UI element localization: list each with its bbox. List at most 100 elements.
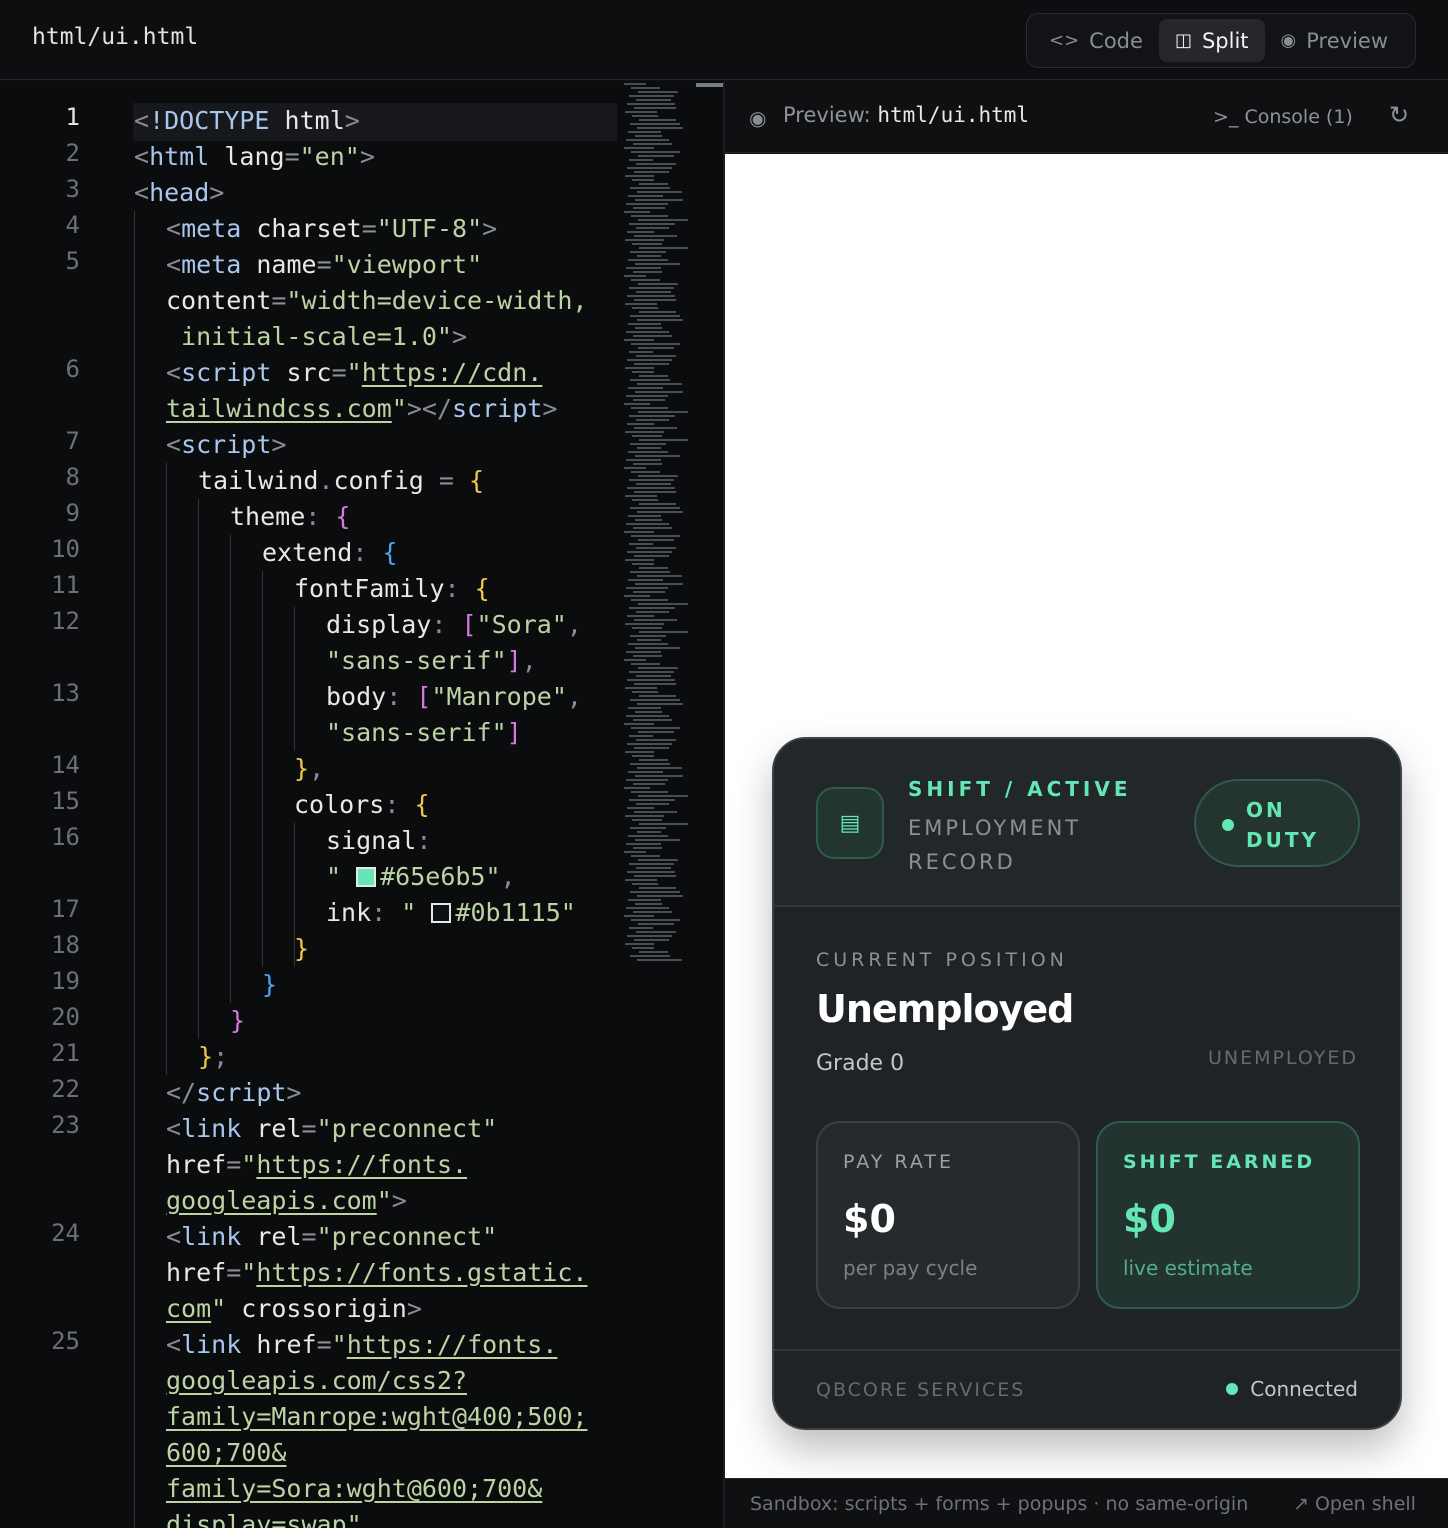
minimap-line bbox=[636, 803, 670, 805]
minimap-line bbox=[626, 395, 668, 397]
shift-earned-sub: live estimate bbox=[1123, 1256, 1253, 1280]
minimap-line bbox=[625, 943, 654, 945]
minimap-line bbox=[638, 91, 678, 93]
minimap-line bbox=[625, 303, 657, 305]
pay-rate-value: $0 bbox=[843, 1197, 896, 1241]
preview-header: ◉ Preview: html/ui.html >_ Console (1) ↻ bbox=[725, 81, 1448, 153]
minimap-line bbox=[631, 407, 669, 409]
minimap-line bbox=[632, 243, 663, 245]
line-number: 19 bbox=[51, 967, 80, 995]
minimap-line bbox=[629, 927, 654, 929]
color-swatch-icon[interactable] bbox=[356, 867, 377, 887]
minimap-line bbox=[639, 567, 668, 569]
minimap-line bbox=[627, 679, 675, 681]
minimap-line bbox=[631, 343, 680, 345]
code-mode-button[interactable]: <> Code bbox=[1033, 19, 1159, 62]
line-number: 11 bbox=[51, 571, 80, 599]
line-number: 15 bbox=[51, 787, 80, 815]
indent-guide bbox=[198, 499, 199, 1039]
minimap-line bbox=[627, 871, 675, 873]
minimap-line bbox=[626, 779, 668, 781]
id-badge-icon: ▤ bbox=[816, 787, 884, 859]
minimap-line bbox=[624, 339, 655, 341]
minimap[interactable] bbox=[624, 81, 696, 971]
minimap-line bbox=[635, 327, 663, 329]
minimap-line bbox=[631, 791, 669, 793]
split-mode-label: Split bbox=[1201, 28, 1249, 53]
minimap-line bbox=[625, 879, 657, 881]
minimap-line bbox=[634, 619, 678, 621]
split-mode-button[interactable]: ◫ Split bbox=[1158, 19, 1265, 62]
minimap-line bbox=[638, 411, 689, 413]
refresh-icon[interactable]: ↻ bbox=[1389, 101, 1409, 129]
minimap-line bbox=[633, 655, 662, 657]
open-shell-button[interactable]: ↗ Open shell bbox=[1293, 1493, 1416, 1515]
minimap-line bbox=[626, 843, 661, 845]
minimap-line bbox=[635, 391, 683, 393]
minimap-line bbox=[638, 795, 689, 797]
line-number: 20 bbox=[51, 1003, 80, 1031]
minimap-line bbox=[627, 615, 655, 617]
console-button[interactable]: >_ Console (1) bbox=[1213, 106, 1353, 128]
minimap-line bbox=[626, 523, 670, 525]
code-editor[interactable]: 1 2 3 4 5 6 7 8 9 10 11 12 13 14 15 16 1… bbox=[0, 81, 723, 1528]
minimap-line bbox=[626, 267, 661, 269]
minimap-line bbox=[628, 899, 662, 901]
minimap-line bbox=[624, 211, 650, 213]
minimap-line bbox=[639, 183, 668, 185]
minimap-line bbox=[624, 723, 655, 725]
minimap-line bbox=[625, 431, 664, 433]
code-icon: <> bbox=[1049, 30, 1080, 51]
minimap-line bbox=[638, 667, 678, 669]
minimap-line bbox=[633, 783, 665, 785]
line-number: 3 bbox=[65, 175, 80, 203]
minimap-line bbox=[637, 575, 682, 577]
minimap-line bbox=[632, 179, 654, 181]
line-number: 23 bbox=[51, 1111, 80, 1139]
minimap-line bbox=[625, 111, 657, 113]
minimap-line bbox=[632, 563, 654, 565]
minimap-line bbox=[639, 375, 668, 377]
line-number: 4 bbox=[65, 211, 80, 239]
minimap-line bbox=[630, 315, 681, 317]
minimap-line bbox=[626, 715, 670, 717]
minimap-line bbox=[628, 195, 663, 197]
minimap-line bbox=[633, 463, 662, 465]
minimap-line bbox=[639, 951, 668, 953]
minimap-line bbox=[625, 623, 664, 625]
minimap-line bbox=[630, 827, 666, 829]
minimap-line bbox=[629, 223, 676, 225]
minimap-line bbox=[634, 555, 669, 557]
minimap-line bbox=[626, 587, 668, 589]
indent-guide bbox=[294, 607, 295, 751]
pay-rate-tile: PAY RATE $0 per pay cycle bbox=[816, 1121, 1080, 1309]
minimap-line bbox=[639, 119, 677, 121]
minimap-line bbox=[636, 227, 670, 229]
minimap-line bbox=[637, 511, 684, 513]
minimap-line bbox=[636, 611, 670, 613]
minimap-line bbox=[627, 807, 655, 809]
minimap-line bbox=[631, 727, 680, 729]
editor-scrollbar[interactable] bbox=[696, 83, 723, 87]
minimap-line bbox=[634, 491, 676, 493]
minimap-line bbox=[632, 819, 663, 821]
minimap-line bbox=[629, 671, 674, 673]
line-number: 6 bbox=[65, 355, 80, 383]
service-name: QBCORE SERVICES bbox=[816, 1379, 1026, 1401]
minimap-line bbox=[631, 279, 660, 281]
preview-mode-button[interactable]: ◉ Preview bbox=[1265, 19, 1404, 62]
color-swatch-icon[interactable] bbox=[431, 903, 452, 923]
minimap-line bbox=[636, 867, 671, 869]
minimap-line bbox=[635, 903, 663, 905]
minimap-line bbox=[634, 811, 678, 813]
connection-status: Connected bbox=[1226, 1377, 1358, 1401]
minimap-line bbox=[637, 959, 682, 961]
line-number: 24 bbox=[51, 1219, 80, 1247]
duty-status-pill[interactable]: ON DUTY bbox=[1194, 779, 1360, 867]
minimap-line bbox=[638, 155, 674, 157]
minimap-line bbox=[629, 95, 674, 97]
minimap-line bbox=[630, 891, 681, 893]
minimap-line bbox=[633, 207, 665, 209]
minimap-line bbox=[634, 107, 676, 109]
minimap-line bbox=[639, 759, 668, 761]
